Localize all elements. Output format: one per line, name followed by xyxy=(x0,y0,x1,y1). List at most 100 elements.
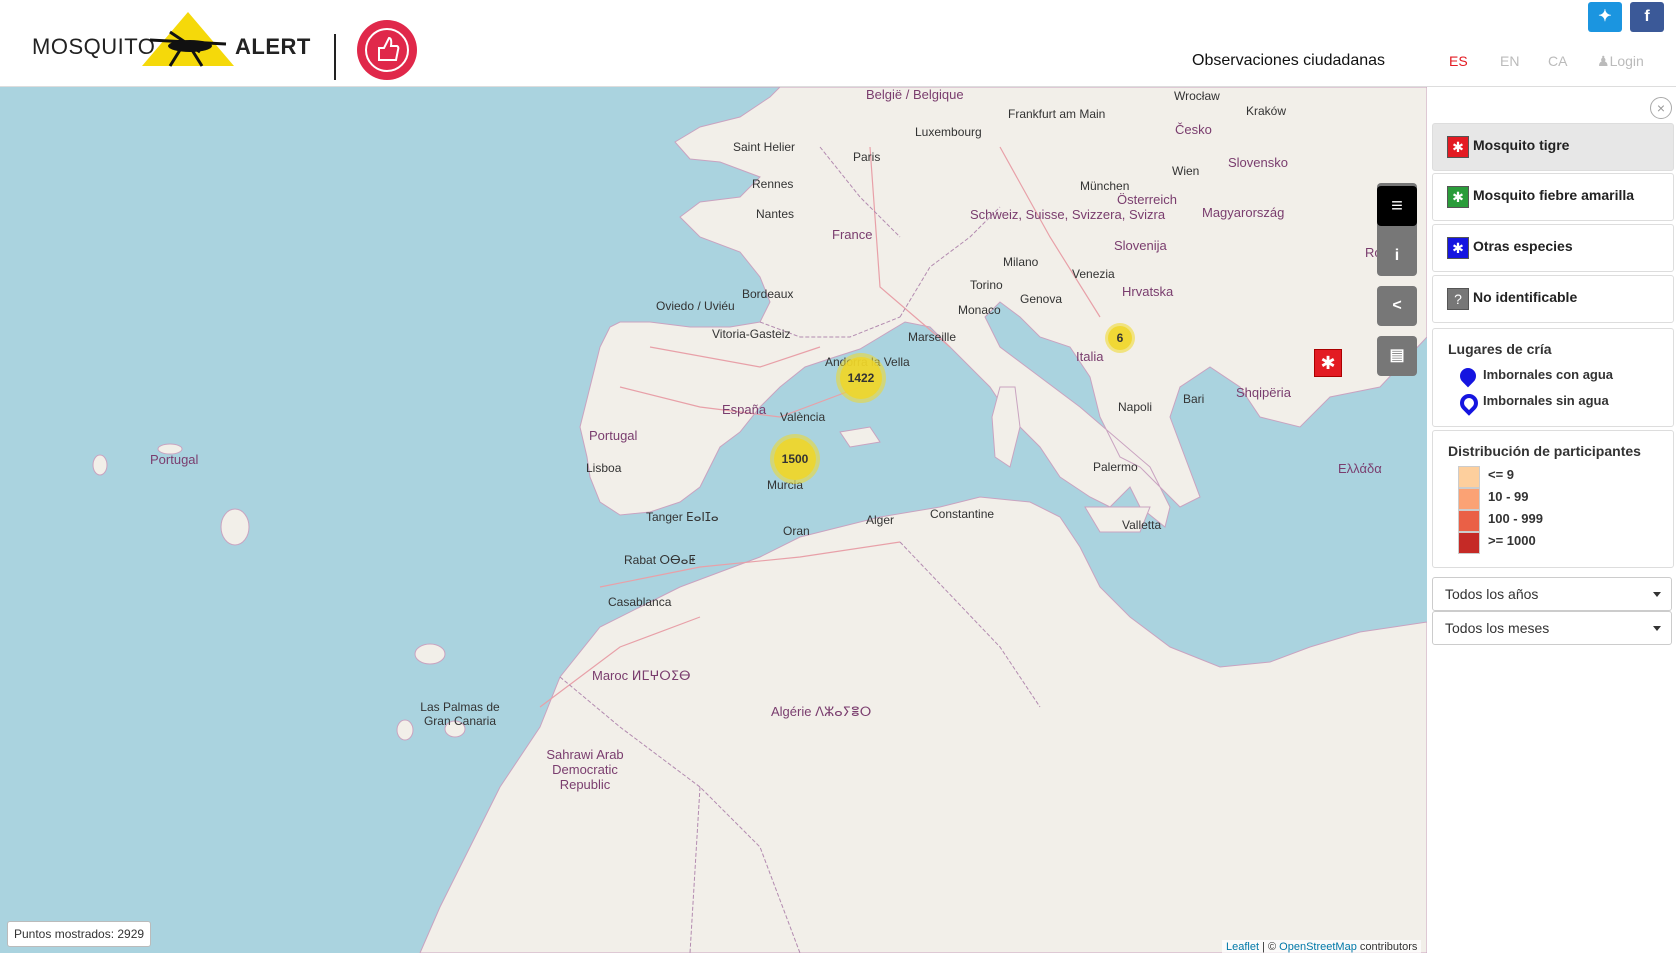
cluster-marker[interactable]: 6 xyxy=(1105,323,1135,353)
map-label-cesko: Česko xyxy=(1175,122,1212,137)
breeding-item[interactable]: Imbornales con agua xyxy=(1483,367,1613,382)
cluster-count: 1500 xyxy=(781,452,809,466)
map-label-palermo: Palermo xyxy=(1093,460,1138,474)
lang-en[interactable]: EN xyxy=(1500,53,1519,69)
layer-tiger-mosquito[interactable]: ✱ Mosquito tigre xyxy=(1432,123,1674,171)
map-label-paris: Paris xyxy=(853,150,881,164)
month-select[interactable]: Todos los meses xyxy=(1432,611,1672,645)
legend-panel: × ✱ Mosquito tigre ✱ Mosquito fiebre ama… xyxy=(1428,87,1676,953)
distribution-label: >= 1000 xyxy=(1488,533,1536,548)
map-label-saint-helier: Saint Helier xyxy=(733,140,796,154)
map-label-belgie: België / Belgique xyxy=(866,87,964,102)
participants-distribution-box: Distribución de participantes <= 9 10 - … xyxy=(1432,430,1674,568)
info-button[interactable]: i xyxy=(1377,236,1417,276)
facebook-icon: f xyxy=(1644,8,1650,25)
layer-label: No identificable xyxy=(1473,289,1578,305)
distribution-title: Distribución de participantes xyxy=(1448,443,1641,459)
info-icon: i xyxy=(1394,247,1400,264)
tiger-mosquito-icon: ✱ xyxy=(1320,353,1336,373)
share-button[interactable]: < xyxy=(1377,286,1417,326)
map-label-france: France xyxy=(832,227,873,242)
month-select-value: Todos los meses xyxy=(1445,620,1550,636)
share-icon: < xyxy=(1392,297,1402,314)
distribution-label: 10 - 99 xyxy=(1488,489,1529,504)
map-label-slovenija: Slovenija xyxy=(1114,238,1167,253)
map-label-portugal-azores: Portugal xyxy=(150,452,199,467)
twitter-icon: ✦ xyxy=(1598,8,1612,25)
map-label-alger: Alger xyxy=(866,513,895,527)
map-label-schweiz: Schweiz, Suisse, Svizzera, Svizra xyxy=(970,207,1166,222)
caret-down-icon xyxy=(1653,592,1661,597)
map-label-sahrawi: Sahrawi Arab Democratic Republic xyxy=(546,747,624,792)
layer-yellow-fever-mosquito[interactable]: ✱ Mosquito fiebre amarilla xyxy=(1432,173,1674,221)
layer-label: Mosquito fiebre amarilla xyxy=(1473,187,1635,203)
map-label-oran: Oran xyxy=(783,524,810,538)
distribution-label: 100 - 999 xyxy=(1488,511,1543,526)
close-panel-button[interactable]: × xyxy=(1650,97,1672,119)
map-label-portugal: Portugal xyxy=(589,428,638,443)
map-label-casablanca: Casablanca xyxy=(608,595,672,609)
cluster-count: 1422 xyxy=(847,371,875,385)
report-button[interactable]: ▤ xyxy=(1377,336,1417,376)
cluster-marker[interactable]: 1500 xyxy=(770,434,820,484)
cluster-count: 6 xyxy=(1116,331,1124,345)
map-label-torino: Torino xyxy=(970,278,1003,292)
map-label-bari: Bari xyxy=(1183,392,1205,406)
map-label-frankfurt: Frankfurt am Main xyxy=(1008,107,1106,121)
map-label-espana: España xyxy=(722,402,767,417)
layer-other-species[interactable]: ✱ Otras especies xyxy=(1432,224,1674,272)
map-label-slovensko: Slovensko xyxy=(1228,155,1288,170)
layer-unidentifiable[interactable]: ? No identificable xyxy=(1432,275,1674,323)
menu-icon: ≡ xyxy=(1391,195,1403,217)
question-icon: ? xyxy=(1447,288,1469,310)
cluster-marker[interactable]: 1422 xyxy=(836,353,886,403)
logo-text-alert: ALERT xyxy=(235,34,311,59)
map-label-magyarorszag: Magyarország xyxy=(1202,205,1285,220)
map[interactable]: Saint Helier Paris Rennes Nantes France … xyxy=(0,87,1427,953)
map-attribution: Leaflet | © OpenStreetMap contributors xyxy=(1222,940,1422,953)
map-label-monaco: Monaco xyxy=(958,303,1001,317)
storm-drain-water-icon xyxy=(1456,364,1480,388)
lang-ca[interactable]: CA xyxy=(1548,53,1567,69)
layer-label: Mosquito tigre xyxy=(1473,137,1570,153)
caret-down-icon xyxy=(1653,626,1661,631)
map-label-ellada: Ελλάδα xyxy=(1338,461,1382,476)
year-select[interactable]: Todos los años xyxy=(1432,577,1672,611)
map-label-napoli: Napoli xyxy=(1118,400,1153,414)
map-label-rabat: Rabat ⵔⴱⴰⵟ xyxy=(624,553,696,567)
map-label-hrvatska: Hrvatska xyxy=(1122,284,1174,299)
map-label-oviedo: Oviedo / Uviéu xyxy=(656,299,735,313)
twitter-button[interactable]: ✦ xyxy=(1588,2,1622,32)
distribution-swatch xyxy=(1458,510,1480,532)
map-label-milano: Milano xyxy=(1003,255,1039,269)
user-icon: ♟ xyxy=(1597,53,1610,69)
breeding-sites-title: Lugares de cría xyxy=(1448,341,1552,357)
document-icon: ▤ xyxy=(1389,347,1405,364)
attribution-tail: contributors xyxy=(1356,941,1418,953)
thumbs-up-icon xyxy=(378,36,400,61)
map-label-maroc: Maroc ⵍⵎⵖⵔⵉⴱ xyxy=(592,668,691,683)
map-label-las-palmas: Las Palmas de Gran Canaria xyxy=(420,700,500,728)
tiger-mosquito-marker[interactable]: ✱ xyxy=(1314,349,1342,377)
logo-text-mosquito: MOSQUITO xyxy=(32,34,156,59)
nav-title[interactable]: Observaciones ciudadanas xyxy=(1192,52,1385,70)
tiger-mosquito-icon: ✱ xyxy=(1447,136,1469,158)
map-label-rennes: Rennes xyxy=(752,177,794,191)
leaflet-link[interactable]: Leaflet xyxy=(1226,941,1259,953)
layer-label: Otras especies xyxy=(1473,238,1573,254)
mosquito-logo-icon xyxy=(142,12,234,67)
osm-link[interactable]: OpenStreetMap xyxy=(1279,941,1357,953)
map-label-luxembourg: Luxembourg xyxy=(915,125,982,139)
breeding-item[interactable]: Imbornales sin agua xyxy=(1483,393,1609,408)
map-label-wroclaw: Wrocław xyxy=(1174,89,1220,103)
layers-button[interactable]: ≡ xyxy=(1377,186,1417,226)
breeding-sites-box: Lugares de cría Imbornales con agua Imbo… xyxy=(1432,328,1674,427)
lang-es[interactable]: ES xyxy=(1449,53,1468,69)
distribution-swatch xyxy=(1458,488,1480,510)
map-label-tanger: Tanger ⴹⴰⵏⵊⴰ xyxy=(646,510,719,524)
distribution-swatch xyxy=(1458,466,1480,488)
facebook-button[interactable]: f xyxy=(1630,2,1664,32)
map-label-vitoria: Vitoria-Gasteiz xyxy=(712,327,791,341)
login-link[interactable]: ♟Login xyxy=(1597,53,1644,70)
distribution-label: <= 9 xyxy=(1488,467,1515,482)
